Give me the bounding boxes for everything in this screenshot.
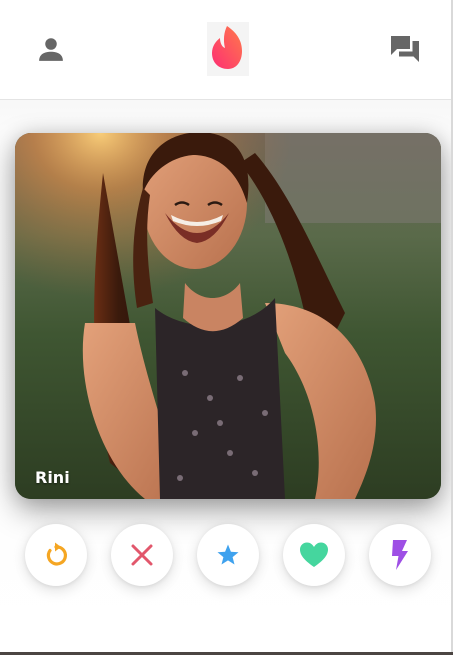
lightning-bolt-icon [392, 540, 408, 570]
flame-logo-icon[interactable] [207, 22, 249, 76]
like-button[interactable] [283, 524, 345, 586]
boost-button[interactable] [369, 524, 431, 586]
profile-photo [15, 133, 441, 499]
rewind-icon [46, 542, 67, 566]
star-icon [217, 544, 239, 565]
person-icon[interactable] [36, 34, 66, 64]
close-x-icon [131, 544, 153, 566]
action-bar [0, 524, 453, 590]
profile-card[interactable]: Rini [15, 133, 441, 499]
chat-bubbles-icon[interactable] [388, 32, 422, 66]
rewind-button[interactable] [25, 524, 87, 586]
heart-icon [300, 542, 328, 567]
nope-button[interactable] [111, 524, 173, 586]
profile-name: Rini [35, 468, 70, 487]
super-like-button[interactable] [197, 524, 259, 586]
app-window: Rini [0, 0, 453, 655]
top-bar [0, 0, 451, 100]
